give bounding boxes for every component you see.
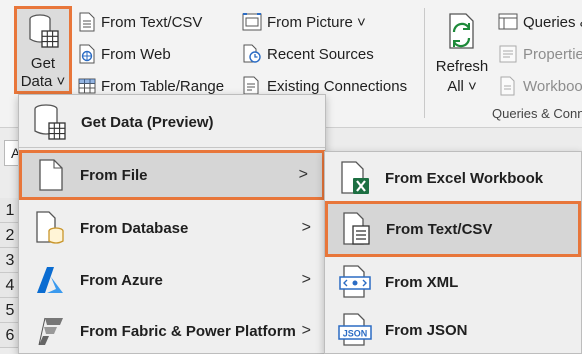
workbook-links-button[interactable]: Workbook (498, 75, 582, 97)
from-xml-label: From XML (385, 273, 459, 291)
from-file-label: From File (80, 166, 148, 184)
get-data-label-line2: Data ˅ (20, 73, 66, 90)
row-header[interactable]: 3 (0, 248, 20, 273)
queries-icon (498, 13, 518, 30)
from-picture-ribbon-button[interactable]: From Picture ˅ (242, 11, 366, 33)
picture-icon (242, 13, 262, 31)
get-data-menu: Get Data (Preview) From File > From Data… (18, 94, 326, 354)
from-file-menu-item[interactable]: From File > (19, 150, 325, 200)
from-azure-label: From Azure (80, 271, 163, 289)
text-csv-icon (79, 12, 95, 32)
properties-label: Properties (523, 45, 582, 63)
refresh-label-line1: Refresh (435, 58, 489, 75)
refresh-all-button[interactable]: Refresh All ˅ (432, 8, 492, 98)
ribbon-group-separator (424, 8, 425, 118)
existing-connections-ribbon-label: Existing Connections (267, 77, 408, 95)
from-azure-menu-item[interactable]: From Azure > (19, 255, 325, 305)
properties-button[interactable]: Properties (498, 43, 582, 65)
file-icon (39, 159, 63, 191)
json-icon: JSON (338, 313, 372, 346)
xml-icon (339, 265, 371, 298)
get-data-label-line1: Get (30, 55, 56, 72)
fabric-icon (38, 317, 63, 346)
from-fabric-power-platform-label: From Fabric & Power Platform (80, 322, 296, 340)
from-xml-item[interactable]: From XML (325, 257, 581, 307)
from-fabric-power-platform-menu-item[interactable]: From Fabric & Power Platform > (19, 306, 325, 354)
from-table-range-ribbon-label: From Table/Range (101, 77, 225, 95)
workbook-links-label: Workbook (523, 77, 582, 95)
submenu-arrow-icon: > (301, 322, 311, 339)
row-header[interactable]: 6 (0, 323, 20, 348)
from-json-label: From JSON (385, 321, 468, 339)
from-json-item[interactable]: JSON From JSON (325, 306, 581, 354)
from-database-menu-item[interactable]: From Database > (19, 203, 325, 253)
queries-connections-group-label: Queries & Conn (492, 106, 582, 121)
from-text-csv-ribbon-button[interactable]: From Text/CSV (78, 11, 202, 33)
from-text-csv-item[interactable]: From Text/CSV (325, 201, 581, 257)
refresh-label-line2: All ˅ (447, 78, 477, 95)
get-data-preview-label: Get Data (Preview) (81, 113, 214, 131)
from-text-csv-ribbon-label: From Text/CSV (101, 13, 203, 31)
queries-connections-label: Queries & (523, 13, 582, 31)
database-table-icon (34, 104, 66, 140)
refresh-icon (449, 13, 474, 49)
menu-separator (19, 147, 325, 148)
get-data-preview-item[interactable]: Get Data (Preview) (19, 99, 325, 145)
get-data-button[interactable]: Get Data ˅ (14, 6, 72, 94)
from-excel-workbook-item[interactable]: From Excel Workbook (325, 154, 581, 202)
web-icon (79, 44, 95, 64)
submenu-arrow-icon: > (301, 219, 311, 236)
from-web-ribbon-label: From Web (101, 45, 171, 63)
recent-sources-ribbon-button[interactable]: Recent Sources (242, 43, 374, 65)
azure-icon (36, 267, 63, 293)
properties-icon (499, 45, 517, 63)
row-header[interactable]: 2 (0, 223, 20, 248)
table-icon (78, 78, 96, 94)
queries-connections-button[interactable]: Queries & (498, 11, 582, 33)
recent-sources-icon (243, 44, 261, 63)
existing-connections-icon (243, 76, 259, 95)
excel-workbook-icon (341, 161, 369, 194)
svg-text:JSON: JSON (343, 329, 368, 339)
database-icon (35, 211, 64, 244)
from-excel-workbook-label: From Excel Workbook (385, 169, 544, 187)
row-header[interactable]: 4 (0, 273, 20, 298)
row-header[interactable]: 5 (0, 298, 20, 323)
submenu-arrow-icon: > (298, 166, 308, 183)
from-picture-ribbon-label: From Picture ˅ (267, 13, 366, 31)
submenu-arrow-icon: > (301, 271, 311, 288)
from-file-submenu: From Excel Workbook From Text/CSV From X… (324, 151, 582, 354)
database-table-icon (29, 14, 59, 48)
recent-sources-ribbon-label: Recent Sources (267, 45, 374, 63)
text-csv-icon (343, 212, 370, 245)
from-text-csv-label: From Text/CSV (386, 220, 493, 238)
row-header[interactable]: 1 (0, 198, 20, 223)
from-database-label: From Database (80, 219, 189, 237)
from-web-ribbon-button[interactable]: From Web (78, 43, 171, 65)
workbook-links-icon (500, 76, 515, 96)
